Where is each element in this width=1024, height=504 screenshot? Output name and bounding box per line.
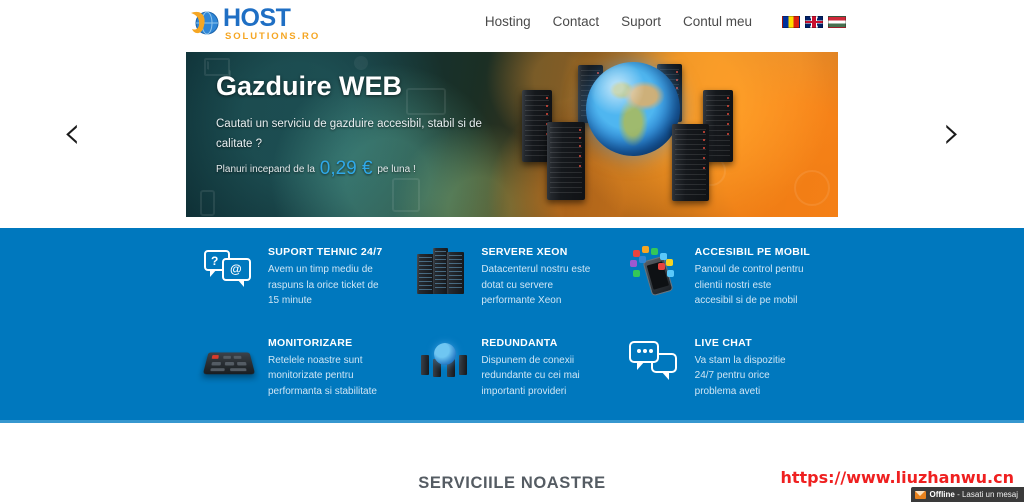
nav-item-contul-meu[interactable]: Contul meu bbox=[683, 14, 752, 29]
feature-monitorizare: MONITORIZARE Retelele noastre sunt monit… bbox=[200, 335, 413, 400]
feature-description: Avem un timp mediu de raspuns la orice t… bbox=[268, 264, 379, 306]
site-logo[interactable]: HOST SOLUTIONS.RO bbox=[188, 6, 320, 42]
feature-title: SERVERE XEON bbox=[481, 246, 568, 258]
chat-bubbles-icon: ? @ bbox=[200, 244, 262, 296]
page-root: HOST SOLUTIONS.RO Hosting Contact Suport… bbox=[0, 0, 1024, 504]
feature-accesibil-pe-mobil: ACCESIBIL PE MOBIL Panoul de control pen… bbox=[627, 244, 840, 309]
hero-price-line: Planuri incepand de la 0,29 € pe luna ! bbox=[216, 158, 416, 180]
logo-subtitle: SOLUTIONS.RO bbox=[225, 31, 321, 42]
logo-title: HOST bbox=[223, 4, 291, 32]
slider-next-arrow-icon[interactable]: › bbox=[935, 108, 969, 156]
feature-description: Panoul de control pentru clientii nostri… bbox=[694, 264, 804, 306]
feature-title: ACCESIBIL PE MOBIL bbox=[694, 246, 811, 258]
server-rack bbox=[547, 122, 585, 200]
flag-romania-icon[interactable] bbox=[782, 15, 800, 28]
features-band: ? @ SUPORT TEHNIC 24/7 Avem un timp medi… bbox=[0, 228, 1024, 423]
control-panel-icon bbox=[200, 335, 262, 387]
chat-status: Offline bbox=[929, 490, 955, 499]
feature-redundanta: REDUNDANTA Dispunem de conexii redundant… bbox=[413, 335, 626, 400]
feature-description: Dispunem de conexii redundante cu cei ma… bbox=[481, 354, 580, 397]
bokeh-dot bbox=[354, 56, 368, 70]
feature-title: SUPORT TEHNIC 24/7 bbox=[268, 246, 383, 258]
feature-description: Va stam la dispozitie 24/7 pentru orice … bbox=[694, 354, 786, 397]
watermark-url: https://www.liuzhanwu.cn bbox=[780, 468, 1014, 487]
nav-item-contact[interactable]: Contact bbox=[553, 14, 600, 29]
slider-prev-arrow-icon[interactable]: ‹ bbox=[55, 108, 89, 156]
feature-title: MONITORIZARE bbox=[268, 336, 353, 349]
chat-message: Lasati un mesaj bbox=[961, 490, 1018, 499]
envelope-icon bbox=[914, 490, 926, 499]
globe-swoosh-icon bbox=[188, 7, 222, 41]
live-chat-widget[interactable]: Offline - Lasati un mesaj bbox=[910, 487, 1024, 502]
feature-live-chat: LIVE CHAT Va stam la dispozitie 24/7 pen… bbox=[627, 335, 840, 400]
site-header: HOST SOLUTIONS.RO Hosting Contact Suport… bbox=[0, 0, 1024, 48]
feature-description: Datacenterul nostru este dotat cu server… bbox=[481, 264, 591, 306]
flag-united-kingdom-icon[interactable] bbox=[805, 15, 823, 28]
mobile-phone-apps-icon bbox=[627, 244, 689, 297]
phone-outline-icon bbox=[200, 190, 215, 216]
server-rack bbox=[672, 124, 709, 201]
features-grid: ? @ SUPORT TEHNIC 24/7 Avem un timp medi… bbox=[200, 244, 840, 399]
nav-item-hosting[interactable]: Hosting bbox=[485, 14, 531, 29]
hero-title: Gazduire WEB bbox=[216, 71, 403, 101]
main-navigation: Hosting Contact Suport Contul meu bbox=[485, 14, 846, 29]
network-globe-icon bbox=[413, 335, 475, 387]
feature-servere-xeon: SERVERE XEON Datacenterul nostru este do… bbox=[413, 244, 626, 309]
server-rack-icon bbox=[413, 244, 475, 296]
hero-price-value: 0,29 € bbox=[319, 158, 373, 179]
hero-price-suffix: pe luna ! bbox=[377, 164, 416, 175]
hero-slider[interactable]: Gazduire WEB Cautati un serviciu de gazd… bbox=[186, 52, 838, 217]
live-chat-icon bbox=[627, 335, 689, 387]
monitor-outline-icon bbox=[406, 88, 446, 115]
hero-artwork-servers-globe bbox=[500, 52, 830, 217]
chat-separator: - bbox=[954, 490, 962, 499]
feature-suport-tehnic: ? @ SUPORT TEHNIC 24/7 Avem un timp medi… bbox=[200, 244, 413, 309]
chat-widget-label: Offline - Lasati un mesaj bbox=[930, 490, 1018, 499]
flag-hungary-icon[interactable] bbox=[828, 15, 846, 28]
language-flags bbox=[782, 15, 846, 28]
nav-item-suport[interactable]: Suport bbox=[621, 14, 661, 29]
feature-title: REDUNDANTA bbox=[481, 336, 558, 349]
earth-globe-icon bbox=[586, 62, 680, 156]
hero-price-prefix: Planuri incepand de la bbox=[216, 164, 315, 175]
feature-title: LIVE CHAT bbox=[694, 336, 752, 349]
feature-description: Retelele noastre sunt monitorizate pentr… bbox=[268, 354, 377, 397]
hero-subtitle: Cautati un serviciu de gazduire accesibi… bbox=[216, 118, 482, 151]
notepad-outline-icon bbox=[392, 178, 420, 212]
